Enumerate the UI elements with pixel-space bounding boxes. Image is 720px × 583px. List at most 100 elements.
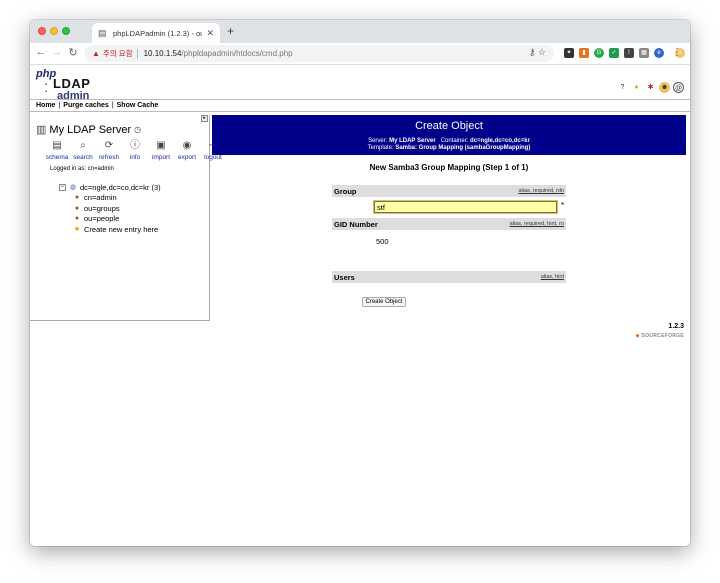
- group-label: Group: [334, 186, 357, 196]
- help-icon[interactable]: ?: [617, 82, 628, 93]
- logged-in-label: Logged in as: cn=admin: [50, 166, 114, 172]
- globe-icon: ◍: [69, 184, 77, 192]
- tree-create-entry[interactable]: ★ Create new entry here: [72, 224, 161, 235]
- action-label: export: [177, 154, 197, 161]
- security-warning-label[interactable]: 주의 요함: [103, 48, 133, 59]
- extension-5-icon[interactable]: !: [624, 48, 634, 58]
- logo-ldap: LDAP: [53, 76, 91, 91]
- forward-arrow-icon[interactable]: →: [50, 46, 64, 58]
- extension-1-icon[interactable]: ✦: [564, 48, 574, 58]
- action-refresh[interactable]: ⟳ refresh: [98, 140, 120, 161]
- step-title: New Samba3 Group Mapping (Step 1 of 1): [369, 163, 529, 172]
- schema-icon: ▤: [52, 140, 62, 151]
- users-icon: ●: [74, 215, 80, 223]
- tree-entry[interactable]: ● ou=groups: [72, 203, 161, 214]
- tree-base-node[interactable]: − ◍ dc=ngle,dc=co,dc=kr (3): [59, 182, 161, 193]
- template-label: Template:: [367, 145, 394, 151]
- key-and-star-icons[interactable]: ⚷ ☆: [529, 47, 546, 58]
- action-label: info: [129, 154, 141, 161]
- tree-entry-label[interactable]: ou=people: [84, 214, 119, 223]
- action-label: import: [151, 154, 171, 161]
- new-tab-icon[interactable]: +: [227, 24, 234, 38]
- top-menu: Home | Purge caches | Show Cache: [30, 99, 690, 112]
- smiley-icon[interactable]: ☻: [659, 82, 670, 93]
- ldap-tree: − ◍ dc=ngle,dc=co,dc=kr (3) ● cn=admin ●…: [59, 182, 161, 235]
- address-divider: [136, 48, 138, 59]
- main-content: Create Object Server: My LDAP Server Con…: [212, 115, 686, 321]
- tree-panel: ▸ ▥ My LDAP Server ◷ ▤ schema ⌕ search ⟳…: [30, 115, 222, 321]
- window-maximize-button[interactable]: [62, 27, 70, 35]
- action-export[interactable]: ◉ export: [176, 140, 198, 161]
- tab-title: phpLDAPadmin (1.2.3) - ou=S: [113, 28, 203, 38]
- menu-show-cache[interactable]: Show Cache: [117, 102, 159, 109]
- sourceforge-logo[interactable]: ◆ SOURCEFORGE: [636, 333, 684, 339]
- extension-2-icon[interactable]: ▮: [579, 48, 589, 58]
- group-hints[interactable]: alias, required, rdn: [518, 188, 564, 194]
- server-icon: ▥: [36, 124, 47, 136]
- extension-6-icon[interactable]: ▦: [639, 48, 649, 58]
- gid-hints[interactable]: alias, required, hint, ro: [510, 221, 564, 227]
- users-spacer: [332, 257, 566, 271]
- users-icon: ●: [74, 204, 80, 212]
- url-host: 10.10.1.54: [143, 49, 182, 58]
- container-value: dc=ngle,dc=co,dc=kr: [470, 138, 530, 144]
- sf-forge: FORGE: [664, 333, 684, 339]
- create-entry-label[interactable]: Create new entry here: [84, 225, 158, 234]
- user-icon: ●: [74, 194, 80, 202]
- server-title: ▥ My LDAP Server ◷: [36, 123, 142, 137]
- collapse-icon[interactable]: −: [59, 183, 66, 191]
- extension-3-icon[interactable]: G: [594, 48, 604, 58]
- action-schema[interactable]: ▤ schema: [45, 140, 69, 161]
- sf-source: SOURCE: [641, 333, 665, 339]
- create-object-banner: Create Object Server: My LDAP Server Con…: [212, 115, 686, 155]
- window-close-button[interactable]: [38, 27, 46, 35]
- action-info[interactable]: ⓘ info: [124, 140, 146, 161]
- action-label: schema: [45, 154, 69, 161]
- panel-toggle-icon[interactable]: ▸: [201, 115, 208, 122]
- import-icon: ▣: [156, 140, 166, 151]
- extension-icons: ✦ ▮ G ✓ ! ▦ e ☺: [564, 48, 685, 58]
- create-form: Group alias, required, rdn * GID Number …: [332, 185, 566, 283]
- action-search[interactable]: ⌕ search: [72, 140, 94, 161]
- bulb-icon[interactable]: ♦: [631, 82, 642, 93]
- users-attr-header: Users alias, hint: [332, 271, 566, 283]
- tree-entry-label[interactable]: ou=groups: [84, 204, 120, 213]
- donate-icon[interactable]: @: [673, 82, 684, 93]
- reload-icon[interactable]: ↻: [66, 46, 80, 59]
- extension-4-icon[interactable]: ✓: [609, 48, 619, 58]
- group-attr-header: Group alias, required, rdn: [332, 185, 566, 197]
- menu-home[interactable]: Home: [36, 102, 55, 109]
- url-path: /phpldapadmin/htdocs/cmd.php: [181, 49, 293, 58]
- page-content: php ▪ ▪ LDAP admin ? ♦ ✱ ☻ @ Home | Purge…: [30, 66, 690, 546]
- tree-entry[interactable]: ● cn=admin: [72, 193, 161, 204]
- menu-purge-caches[interactable]: Purge caches: [63, 102, 109, 109]
- tree-base-label[interactable]: dc=ngle,dc=co,dc=kr (3): [80, 183, 161, 192]
- info-icon: ⓘ: [130, 140, 140, 151]
- bug-icon[interactable]: ✱: [645, 82, 656, 93]
- extension-7-icon[interactable]: e: [654, 48, 664, 58]
- tab-close-icon[interactable]: ✕: [206, 28, 214, 39]
- back-arrow-icon[interactable]: ←: [34, 46, 48, 58]
- address-bar[interactable]: ▲ 주의 요함 10.10.1.54 /phpldapadmin/htdocs/…: [84, 45, 554, 62]
- page-footer: 1.2.3 ◆ SOURCEFORGE: [30, 323, 690, 353]
- export-icon: ◉: [182, 140, 192, 151]
- tree-entry[interactable]: ● ou=people: [72, 214, 161, 225]
- tree-entry-label[interactable]: cn=admin: [84, 193, 117, 202]
- browser-tab[interactable]: ▤ phpLDAPadmin (1.2.3) - ou=S ✕: [92, 23, 220, 43]
- users-label: Users: [334, 272, 355, 282]
- create-object-button[interactable]: Create Object: [362, 297, 406, 307]
- server-name: My LDAP Server: [49, 123, 132, 136]
- menu-separator: |: [111, 102, 114, 109]
- refresh-icon: ⟳: [104, 140, 114, 151]
- group-input[interactable]: [373, 200, 558, 214]
- group-attr-body: *: [332, 197, 566, 218]
- container-label: Container:: [440, 138, 469, 144]
- users-hints[interactable]: alias, hint: [541, 274, 564, 280]
- browser-menu-icon[interactable]: ⋮: [672, 47, 682, 58]
- action-import[interactable]: ▣ import: [150, 140, 172, 161]
- menu-separator: |: [58, 102, 61, 109]
- gid-attr-body: 500: [332, 230, 566, 257]
- window-minimize-button[interactable]: [50, 27, 58, 35]
- clock-icon: ◷: [134, 125, 142, 134]
- banner-template-line: Template: Samba: Group Mapping (sambaGro…: [212, 145, 686, 151]
